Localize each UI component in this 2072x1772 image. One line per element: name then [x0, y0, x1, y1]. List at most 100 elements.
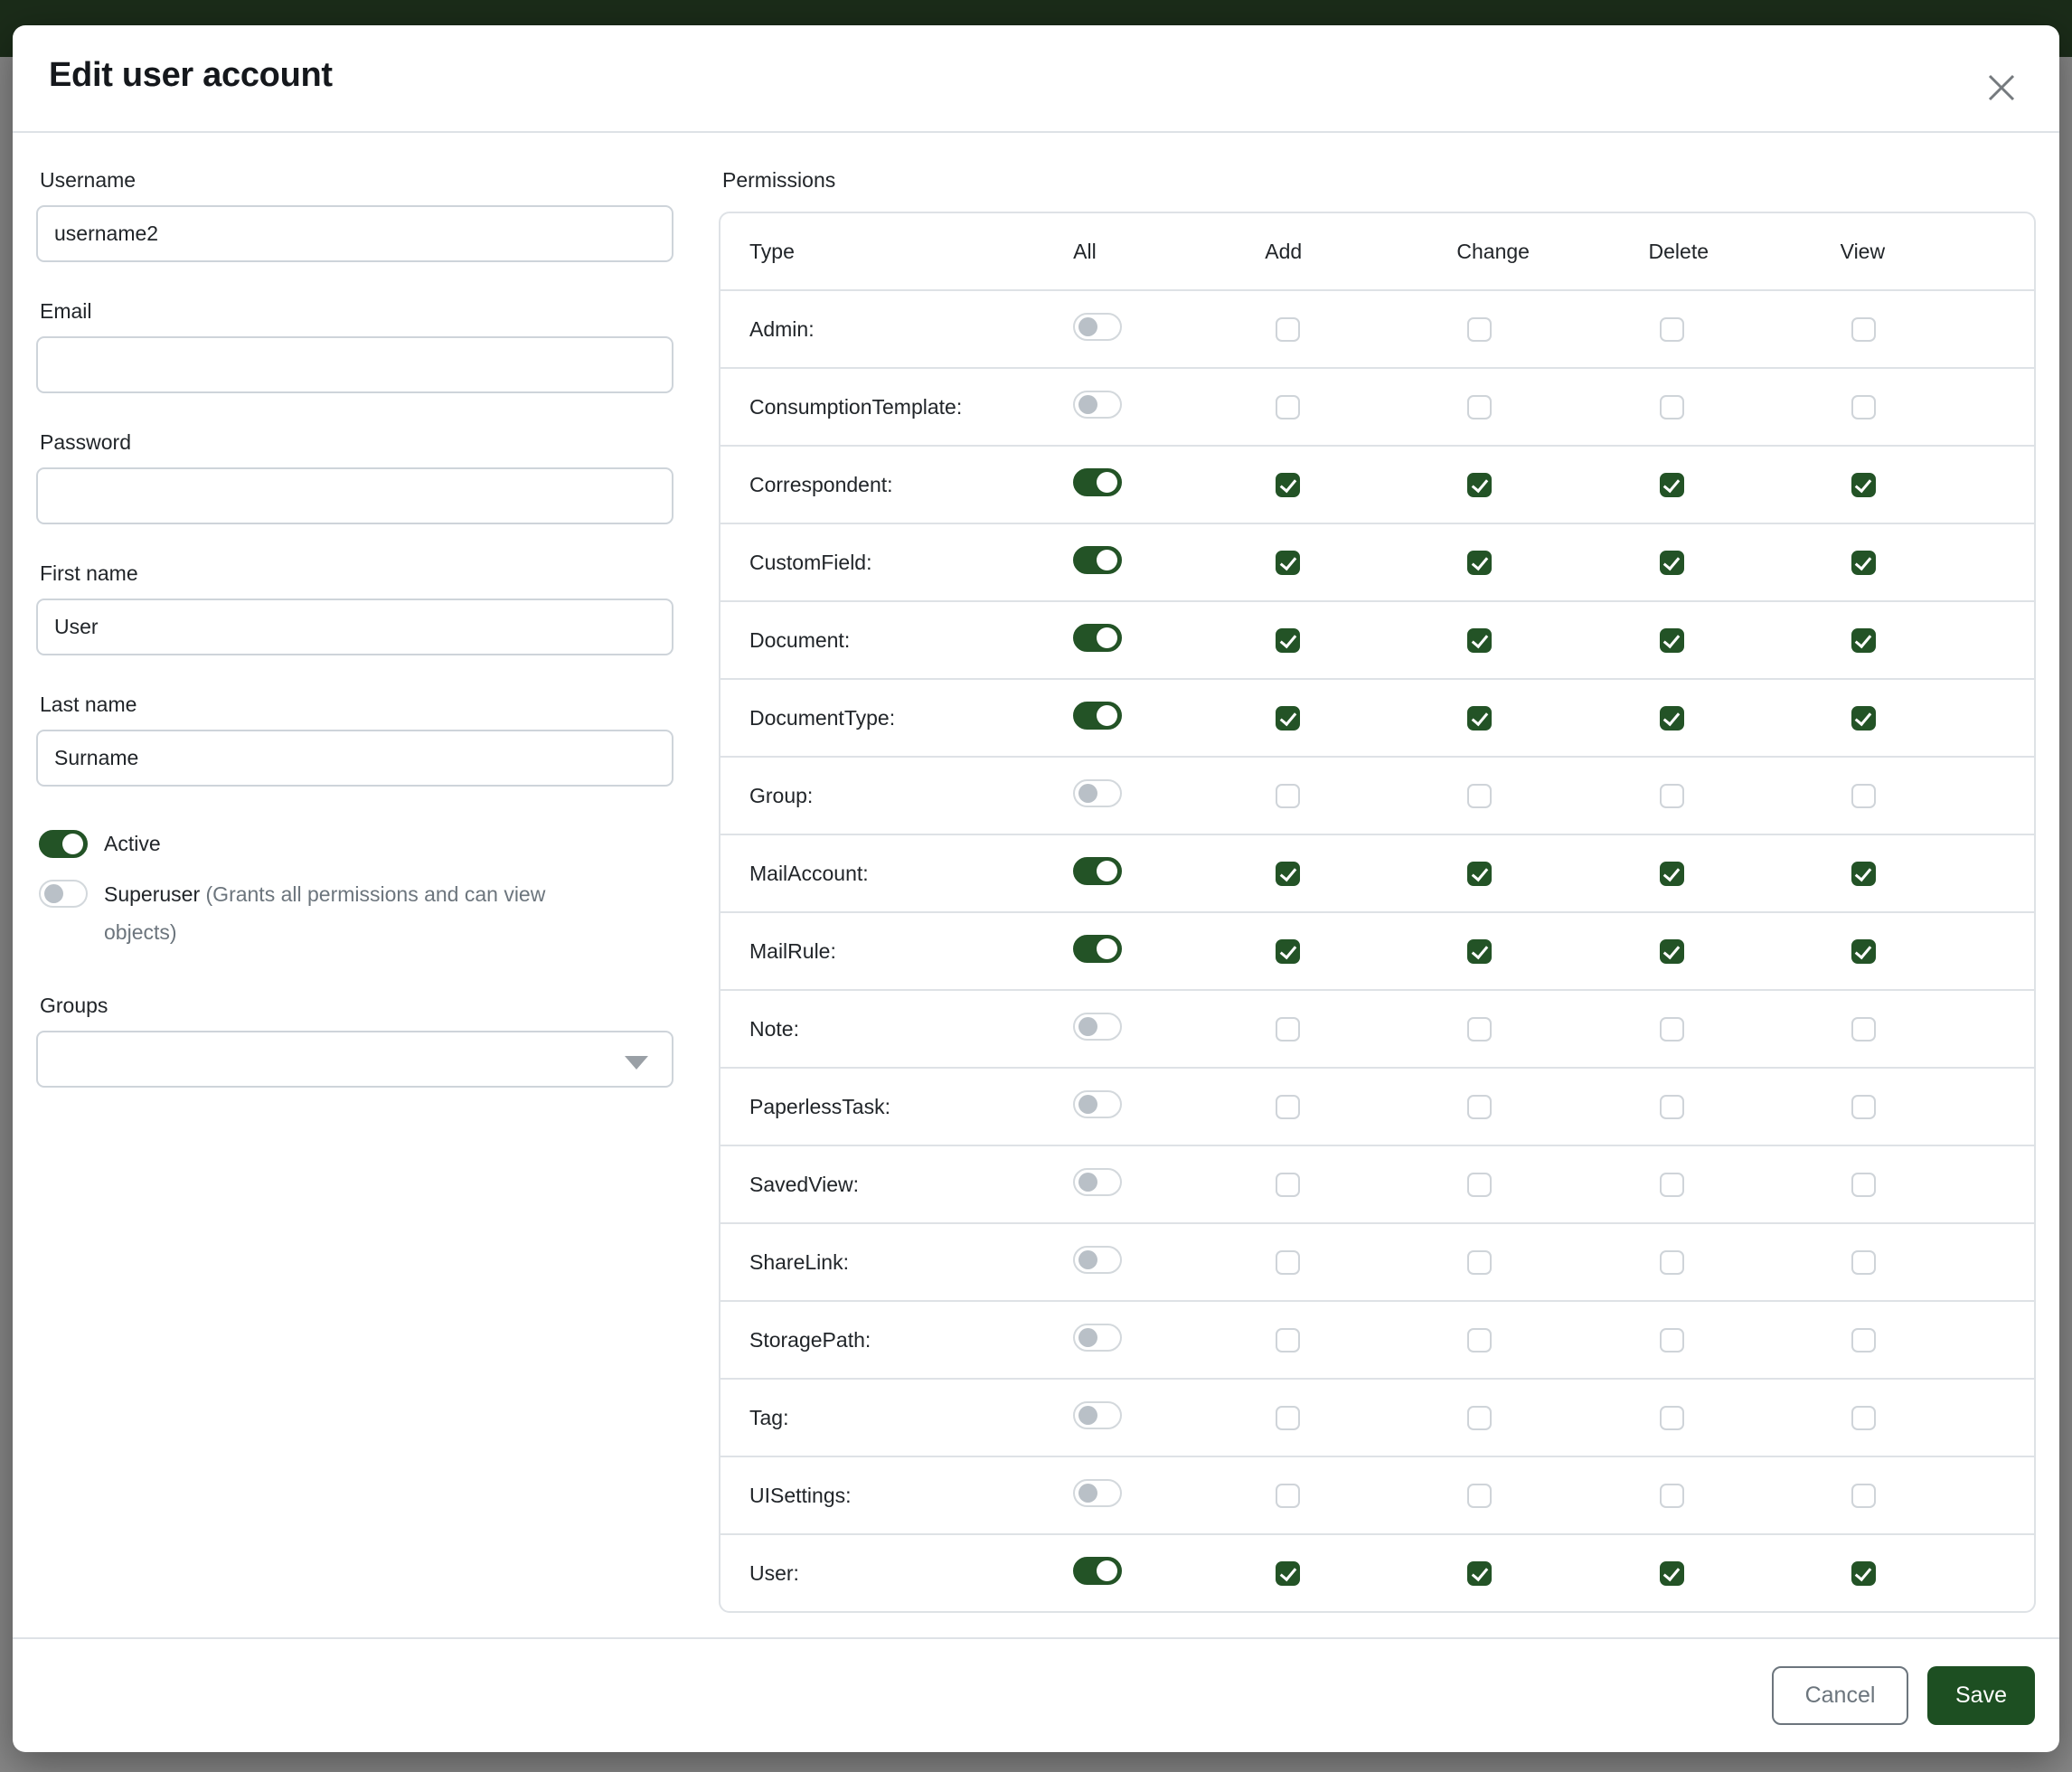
permission-delete-checkbox[interactable]: [1660, 1173, 1684, 1197]
permission-add-checkbox[interactable]: [1276, 1406, 1300, 1430]
permission-add-checkbox[interactable]: [1276, 1095, 1300, 1119]
permission-all-toggle[interactable]: [1073, 1324, 1122, 1352]
permission-change-checkbox[interactable]: [1467, 862, 1492, 886]
permission-view-checkbox[interactable]: [1851, 551, 1876, 575]
permission-all-toggle[interactable]: [1073, 546, 1122, 574]
permission-change-checkbox[interactable]: [1467, 1017, 1492, 1042]
permission-view-checkbox[interactable]: [1851, 862, 1876, 886]
permission-view-checkbox[interactable]: [1851, 1406, 1876, 1430]
permission-all-toggle[interactable]: [1073, 1168, 1122, 1196]
permission-type-label: UISettings:: [720, 1456, 1066, 1533]
permission-view-checkbox[interactable]: [1851, 706, 1876, 730]
permission-change-checkbox[interactable]: [1467, 784, 1492, 808]
password-input[interactable]: [36, 467, 673, 524]
permission-view-checkbox[interactable]: [1851, 317, 1876, 342]
permission-add-checkbox[interactable]: [1276, 1561, 1300, 1586]
permission-delete-checkbox[interactable]: [1660, 939, 1684, 964]
permission-view-checkbox[interactable]: [1851, 628, 1876, 653]
permission-change-checkbox[interactable]: [1467, 1406, 1492, 1430]
last-name-input[interactable]: [36, 730, 673, 787]
permission-all-toggle[interactable]: [1073, 1479, 1122, 1507]
permission-delete-checkbox[interactable]: [1660, 395, 1684, 419]
permission-all-toggle[interactable]: [1073, 1401, 1122, 1429]
permission-change-checkbox[interactable]: [1467, 939, 1492, 964]
active-toggle[interactable]: [39, 830, 88, 858]
permission-view-checkbox[interactable]: [1851, 1250, 1876, 1275]
permission-all-toggle[interactable]: [1073, 1090, 1122, 1118]
permission-all-toggle[interactable]: [1073, 935, 1122, 963]
permission-delete-checkbox[interactable]: [1660, 317, 1684, 342]
permission-view-checkbox[interactable]: [1851, 1017, 1876, 1042]
permission-change-checkbox[interactable]: [1467, 706, 1492, 730]
permission-add-checkbox[interactable]: [1276, 1173, 1300, 1197]
permission-add-checkbox[interactable]: [1276, 1328, 1300, 1353]
permission-change-checkbox[interactable]: [1467, 317, 1492, 342]
permission-all-toggle[interactable]: [1073, 313, 1122, 341]
permission-delete-checkbox[interactable]: [1660, 706, 1684, 730]
groups-select[interactable]: [36, 1031, 673, 1088]
permission-type-label: Group:: [720, 756, 1066, 834]
permission-add-checkbox[interactable]: [1276, 862, 1300, 886]
permission-add-checkbox[interactable]: [1276, 628, 1300, 653]
permission-view-checkbox[interactable]: [1851, 1095, 1876, 1119]
permission-change-checkbox[interactable]: [1467, 1561, 1492, 1586]
permission-all-toggle[interactable]: [1073, 624, 1122, 652]
permission-change-checkbox[interactable]: [1467, 1095, 1492, 1119]
password-label: Password: [40, 429, 673, 455]
permission-all-toggle[interactable]: [1073, 468, 1122, 496]
permission-delete-checkbox[interactable]: [1660, 862, 1684, 886]
permission-delete-checkbox[interactable]: [1660, 1095, 1684, 1119]
permission-type-label: Correspondent:: [720, 445, 1066, 523]
permission-change-checkbox[interactable]: [1467, 1173, 1492, 1197]
permission-add-checkbox[interactable]: [1276, 1484, 1300, 1508]
permission-change-checkbox[interactable]: [1467, 473, 1492, 497]
permission-change-checkbox[interactable]: [1467, 1484, 1492, 1508]
permission-view-checkbox[interactable]: [1851, 1173, 1876, 1197]
permission-view-checkbox[interactable]: [1851, 1561, 1876, 1586]
permission-change-checkbox[interactable]: [1467, 1328, 1492, 1353]
permission-delete-checkbox[interactable]: [1660, 784, 1684, 808]
permission-delete-checkbox[interactable]: [1660, 1250, 1684, 1275]
superuser-toggle[interactable]: [39, 880, 88, 908]
permission-delete-checkbox[interactable]: [1660, 473, 1684, 497]
permission-change-checkbox[interactable]: [1467, 628, 1492, 653]
first-name-input[interactable]: [36, 599, 673, 655]
permission-all-toggle[interactable]: [1073, 857, 1122, 885]
permission-change-checkbox[interactable]: [1467, 551, 1492, 575]
permission-all-toggle[interactable]: [1073, 1013, 1122, 1041]
permission-add-checkbox[interactable]: [1276, 1017, 1300, 1042]
permission-delete-checkbox[interactable]: [1660, 628, 1684, 653]
permission-add-checkbox[interactable]: [1276, 395, 1300, 419]
permission-all-toggle[interactable]: [1073, 779, 1122, 807]
permission-view-checkbox[interactable]: [1851, 784, 1876, 808]
email-input[interactable]: [36, 336, 673, 393]
permission-change-checkbox[interactable]: [1467, 1250, 1492, 1275]
permission-add-checkbox[interactable]: [1276, 706, 1300, 730]
save-button[interactable]: Save: [1927, 1666, 2035, 1725]
permission-view-checkbox[interactable]: [1851, 1484, 1876, 1508]
cancel-button[interactable]: Cancel: [1772, 1666, 1908, 1725]
permission-view-checkbox[interactable]: [1851, 395, 1876, 419]
permission-add-checkbox[interactable]: [1276, 551, 1300, 575]
permission-all-toggle[interactable]: [1073, 1557, 1122, 1585]
username-input[interactable]: [36, 205, 673, 262]
permission-view-checkbox[interactable]: [1851, 473, 1876, 497]
permission-add-checkbox[interactable]: [1276, 1250, 1300, 1275]
permission-delete-checkbox[interactable]: [1660, 1406, 1684, 1430]
permission-add-checkbox[interactable]: [1276, 317, 1300, 342]
permission-all-toggle[interactable]: [1073, 702, 1122, 730]
permission-delete-checkbox[interactable]: [1660, 1017, 1684, 1042]
close-button[interactable]: [1982, 69, 2021, 108]
permission-add-checkbox[interactable]: [1276, 784, 1300, 808]
permission-all-toggle[interactable]: [1073, 391, 1122, 419]
permission-view-checkbox[interactable]: [1851, 939, 1876, 964]
permission-all-toggle[interactable]: [1073, 1246, 1122, 1274]
permission-change-checkbox[interactable]: [1467, 395, 1492, 419]
permission-delete-checkbox[interactable]: [1660, 1484, 1684, 1508]
permission-delete-checkbox[interactable]: [1660, 1561, 1684, 1586]
permission-delete-checkbox[interactable]: [1660, 551, 1684, 575]
permission-add-checkbox[interactable]: [1276, 473, 1300, 497]
permission-add-checkbox[interactable]: [1276, 939, 1300, 964]
permission-delete-checkbox[interactable]: [1660, 1328, 1684, 1353]
permission-view-checkbox[interactable]: [1851, 1328, 1876, 1353]
